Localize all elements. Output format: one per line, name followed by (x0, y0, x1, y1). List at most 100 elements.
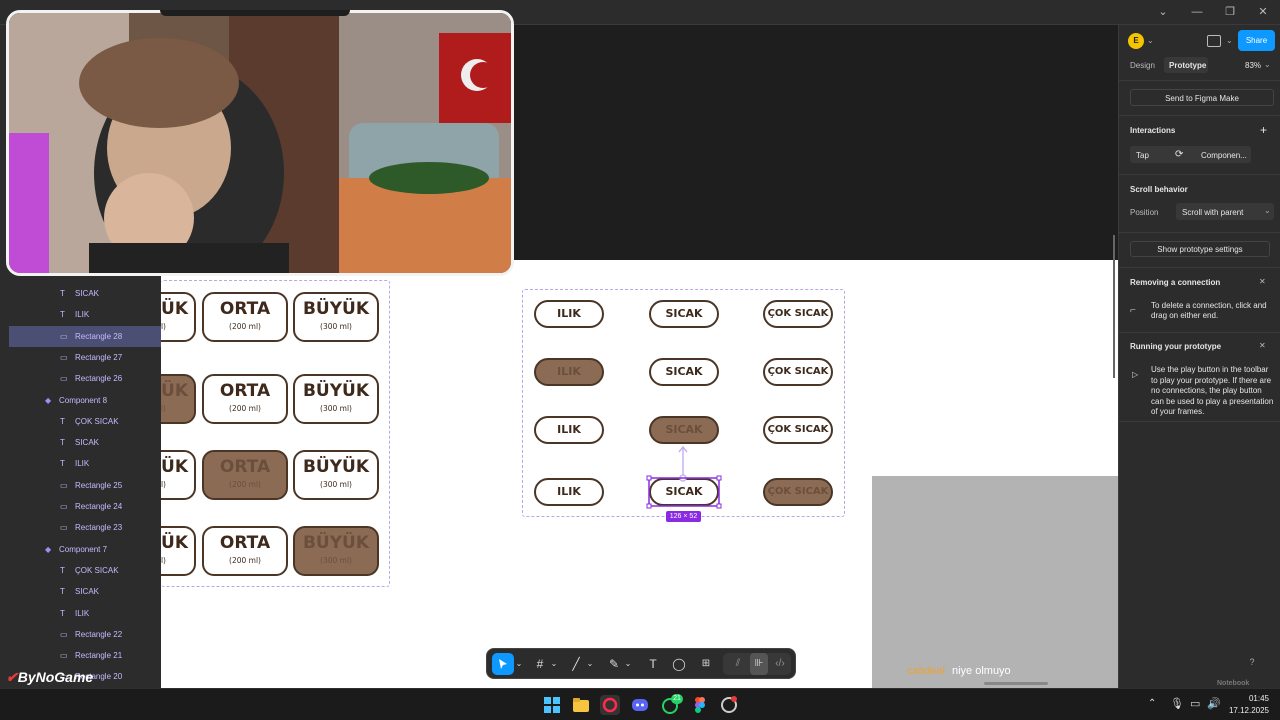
canvas-gray-frame[interactable] (872, 476, 1118, 688)
size-card-medium[interactable]: ORTA (200 ml) (202, 374, 288, 424)
network-icon[interactable]: ▭ (1190, 697, 1200, 710)
frame-tool-icon[interactable]: # (531, 653, 549, 675)
temperature-option[interactable]: ÇOK SICAK (763, 416, 833, 444)
layer-row[interactable]: T SICAK (0, 432, 161, 453)
temperature-option[interactable]: SICAK (649, 300, 719, 328)
text-tool-icon[interactable]: T (644, 653, 662, 675)
horizontal-scrollbar[interactable] (984, 682, 1048, 685)
layer-row[interactable]: ▭ Rectangle 28 (9, 325, 161, 347)
pen-tool-icon[interactable]: ✎ (605, 653, 623, 675)
size-card-medium[interactable]: ORTA (200 ml) (202, 450, 288, 500)
avatar[interactable]: E (1128, 33, 1144, 49)
scrollbar[interactable] (1113, 235, 1115, 378)
layer-row[interactable]: ◆ Component 7 (0, 539, 161, 560)
temperature-option[interactable]: ILIK (534, 300, 604, 328)
temperature-option[interactable]: ÇOK SICAK (763, 478, 833, 506)
temperature-option[interactable]: ÇOK SICAK (763, 300, 833, 328)
chevron-down-icon[interactable]: ⌄ (550, 653, 558, 675)
temperature-option[interactable]: ILIK (534, 478, 604, 506)
layer-row[interactable]: ▭ Rectangle 27 (0, 347, 161, 368)
temperature-option[interactable]: ÇOK SICAK (763, 358, 833, 386)
watermark-text: ByNoGame (17, 669, 94, 685)
layer-label: Rectangle 23 (75, 523, 123, 533)
size-card-large[interactable]: BÜYÜK (300 ml) (293, 526, 379, 576)
discord-icon[interactable] (630, 695, 650, 715)
size-card-volume: (200 ml) (229, 322, 261, 331)
layer-row[interactable]: ▭ Rectangle 22 (0, 624, 161, 645)
close-icon[interactable]: ✕ (1259, 277, 1266, 286)
share-button[interactable]: Share (1238, 30, 1275, 51)
layer-row[interactable]: T ILIK (0, 304, 161, 325)
chevron-down-icon[interactable]: ⌄ (515, 653, 523, 675)
tab-prototype[interactable]: Prototype (1169, 61, 1206, 70)
layer-row[interactable]: ▭ Rectangle 21 (0, 645, 161, 666)
layers-panel: T SICAK T ILIK ▭ Rectangle 28 ▭ Rectangle 27 ▭ Re… (0, 278, 161, 688)
clock-date[interactable]: 17.12.2025 (1219, 706, 1269, 715)
size-card-large[interactable]: BÜYÜK (300 ml) (293, 450, 379, 500)
help-button[interactable]: ? (1242, 652, 1262, 672)
dev-mode-icon[interactable]: ‹/› (771, 653, 789, 675)
restore-button[interactable]: ❐ (1213, 0, 1247, 25)
tab-design[interactable]: Design (1130, 61, 1155, 70)
steam-icon[interactable] (719, 695, 739, 715)
layer-row[interactable]: ▭ Rectangle 25 (0, 475, 161, 496)
opera-gx-icon[interactable] (600, 695, 620, 715)
present-icon[interactable] (1207, 35, 1221, 47)
chevron-down-icon[interactable]: ⌄ (586, 653, 594, 675)
rectangle-icon: ▭ (60, 480, 68, 490)
size-card-volume: (300 ml) (320, 480, 352, 489)
layer-row[interactable]: T SICAK (0, 581, 161, 602)
chevron-down-icon[interactable]: ⌄ (1147, 36, 1154, 45)
temperature-option[interactable]: SICAK (649, 358, 719, 386)
size-card-volume: (200 ml) (229, 556, 261, 565)
move-tool-button[interactable] (492, 653, 514, 675)
notebook-label: Notebook (1217, 680, 1250, 687)
prototype-connection[interactable] (640, 440, 730, 520)
layer-row[interactable]: ▭ Rectangle 26 (0, 368, 161, 389)
chevron-down-icon[interactable]: ⌄ (624, 653, 632, 675)
microphone-icon[interactable]: 🎙 (1170, 697, 1184, 710)
layer-row[interactable]: ▭ Rectangle 23 (0, 517, 161, 538)
close-button[interactable]: ✕ (1246, 0, 1280, 25)
minimize-button[interactable]: — (1180, 0, 1214, 25)
layer-row[interactable]: T ILIK (0, 603, 161, 624)
actions-icon[interactable]: ⊞ (697, 653, 715, 675)
removing-connection-title: Removing a connection (1130, 278, 1221, 287)
bottom-toolbar: ⌄ # ⌄ ╱ ⌄ ✎ ⌄ T ◯ ⊞ ⫽ ⊪ ‹/› (486, 648, 796, 679)
close-icon[interactable]: ✕ (1259, 341, 1266, 350)
windows-taskbar: 21 ⌃ 🎙 ▭ 🔊 01:45 17.12.2025 (0, 688, 1280, 720)
layer-row[interactable]: ◆ Component 8 (0, 390, 161, 411)
temperature-option[interactable]: ILIK (534, 358, 604, 386)
layer-row[interactable]: T SICAK (0, 283, 161, 304)
layer-label: Rectangle 25 (75, 480, 123, 490)
prototype-mode-icon[interactable]: ⊪ (750, 653, 768, 675)
layer-label: ÇOK SICAK (75, 565, 119, 575)
send-to-figma-make-button[interactable]: Send to Figma Make (1130, 89, 1274, 106)
windows-start-icon[interactable] (542, 695, 562, 715)
chevron-down-icon[interactable]: ⌄ (1146, 0, 1180, 25)
size-card-large[interactable]: BÜYÜK (300 ml) (293, 374, 379, 424)
size-card-medium[interactable]: ORTA (200 ml) (202, 292, 288, 342)
file-explorer-icon[interactable] (571, 695, 591, 715)
component-icon: ◆ (45, 395, 52, 405)
line-tool-icon[interactable]: ╱ (567, 653, 585, 675)
chevron-down-icon[interactable]: ⌄ (1264, 60, 1271, 69)
temperature-option[interactable]: ILIK (534, 416, 604, 444)
layer-row[interactable]: T ÇOK SICAK (0, 560, 161, 581)
plus-icon[interactable]: + (1260, 123, 1267, 137)
layer-row[interactable]: T ILIK (0, 453, 161, 474)
draw-mode-icon[interactable]: ⫽ (729, 653, 747, 675)
clock-time[interactable]: 01:45 (1229, 694, 1269, 703)
zoom-level[interactable]: 83% (1245, 61, 1261, 70)
size-card-title: ORTA (219, 299, 271, 319)
size-card-medium[interactable]: ORTA (200 ml) (202, 526, 288, 576)
size-card-large[interactable]: BÜYÜK (300 ml) (293, 292, 379, 342)
figma-icon[interactable] (690, 695, 710, 715)
layer-label: Rectangle 24 (75, 502, 123, 511)
chevron-down-icon[interactable]: ⌄ (1226, 36, 1233, 45)
layer-row[interactable]: ▭ Rectangle 24 (0, 496, 161, 517)
show-prototype-settings-button[interactable]: Show prototype settings (1130, 241, 1270, 257)
comment-tool-icon[interactable]: ◯ (670, 653, 688, 675)
chevron-up-icon[interactable]: ⌃ (1148, 698, 1156, 709)
layer-row[interactable]: T ÇOK SICAK (0, 411, 161, 432)
